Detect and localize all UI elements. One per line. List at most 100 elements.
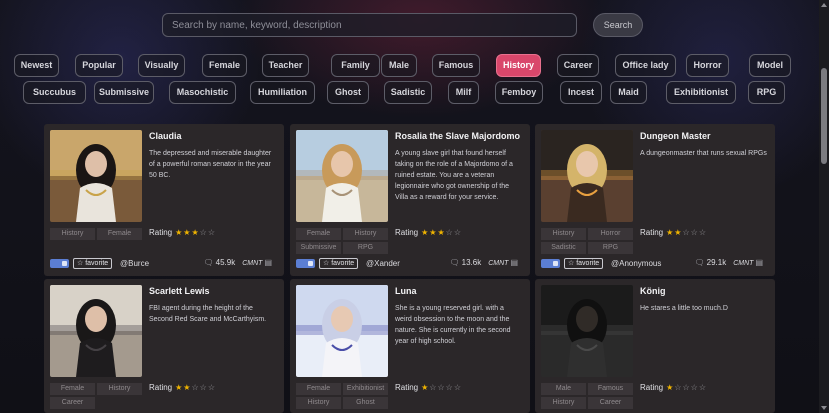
- card-tag-history[interactable]: History: [541, 228, 586, 240]
- star-empty-icon[interactable]: ☆: [446, 383, 454, 392]
- card-tag-female[interactable]: Female: [50, 383, 95, 395]
- card-tag-horror[interactable]: Horror: [588, 228, 633, 240]
- author-link[interactable]: @Anonymous: [611, 259, 661, 268]
- star-empty-icon[interactable]: ☆: [437, 383, 445, 392]
- card-tag-submissive[interactable]: Submissive: [296, 242, 341, 254]
- toggle-switch[interactable]: [541, 259, 560, 268]
- star-empty-icon[interactable]: ☆: [454, 228, 462, 237]
- character-card[interactable]: König He stares a little too much.D Male F…: [535, 279, 775, 413]
- tag-exhibitionist[interactable]: Exhibitionist: [666, 81, 736, 104]
- tag-career[interactable]: Career: [557, 54, 599, 77]
- card-tag-female[interactable]: Female: [296, 228, 341, 240]
- tag-ghost[interactable]: Ghost: [327, 81, 369, 104]
- tag-office-lady[interactable]: Office lady: [615, 54, 676, 77]
- tag-family[interactable]: Family: [331, 54, 380, 77]
- tag-newest[interactable]: Newest: [14, 54, 59, 77]
- search-input[interactable]: [162, 13, 577, 37]
- card-tag-famous[interactable]: Famous: [588, 383, 633, 395]
- character-thumbnail[interactable]: [296, 285, 388, 377]
- card-tag-history[interactable]: History: [343, 228, 388, 240]
- comment-label[interactable]: CMNT: [488, 260, 508, 267]
- tag-sadistic[interactable]: Sadistic: [384, 81, 432, 104]
- card-tag-history[interactable]: History: [50, 228, 95, 240]
- search-button[interactable]: Search: [593, 13, 643, 37]
- character-card[interactable]: Claudia The depressed and miserable daug…: [44, 124, 284, 276]
- scrollbar[interactable]: [819, 0, 829, 413]
- tag-history[interactable]: History: [496, 54, 541, 77]
- character-name[interactable]: Luna: [395, 286, 524, 296]
- star-empty-icon[interactable]: ☆: [446, 228, 454, 237]
- star-filled-icon[interactable]: ★: [191, 228, 199, 237]
- tag-visually[interactable]: Visually: [138, 54, 185, 77]
- tag-incest[interactable]: Incest: [560, 81, 602, 104]
- character-name[interactable]: Scarlett Lewis: [149, 286, 278, 296]
- star-empty-icon[interactable]: ☆: [454, 383, 462, 392]
- tag-succubus[interactable]: Succubus: [23, 81, 86, 104]
- scrollbar-thumb[interactable]: [821, 68, 827, 164]
- character-card[interactable]: Luna She is a young reserved girl. with …: [290, 279, 530, 413]
- comment-label[interactable]: CMNT: [242, 260, 262, 267]
- tag-femboy[interactable]: Femboy: [495, 81, 543, 104]
- comment-icon[interactable]: ▤: [755, 258, 763, 267]
- character-thumbnail[interactable]: [541, 285, 633, 377]
- rating-stars[interactable]: ★☆☆☆☆: [666, 383, 707, 392]
- character-card[interactable]: Rosalia the Slave Majordomo A young slav…: [290, 124, 530, 276]
- card-tag-ghost[interactable]: Ghost: [343, 397, 388, 409]
- favorite-button[interactable]: ☆ favorite: [319, 258, 359, 269]
- tag-horror[interactable]: Horror: [686, 54, 729, 77]
- character-thumbnail[interactable]: [50, 285, 142, 377]
- star-empty-icon[interactable]: ☆: [682, 228, 690, 237]
- tag-rpg[interactable]: RPG: [748, 81, 785, 104]
- card-tag-history[interactable]: History: [97, 383, 142, 395]
- tag-humiliation[interactable]: Humiliation: [250, 81, 315, 104]
- character-thumbnail[interactable]: [541, 130, 633, 222]
- scroll-up-arrow-icon[interactable]: [821, 3, 827, 7]
- rating-stars[interactable]: ★★★☆☆: [421, 228, 462, 237]
- tag-teacher[interactable]: Teacher: [262, 54, 309, 77]
- tag-male[interactable]: Male: [381, 54, 417, 77]
- author-link[interactable]: @Burce: [120, 259, 149, 268]
- comment-icon[interactable]: ▤: [510, 258, 518, 267]
- star-empty-icon[interactable]: ☆: [208, 228, 216, 237]
- tag-model[interactable]: Model: [749, 54, 791, 77]
- tag-milf[interactable]: Milf: [448, 81, 479, 104]
- star-empty-icon[interactable]: ☆: [208, 383, 216, 392]
- comment-label[interactable]: CMNT: [733, 260, 753, 267]
- toggle-switch[interactable]: [296, 259, 315, 268]
- star-empty-icon[interactable]: ☆: [691, 383, 699, 392]
- author-link[interactable]: @Xander: [366, 259, 400, 268]
- card-tag-rpg[interactable]: RPG: [588, 242, 633, 254]
- character-name[interactable]: Claudia: [149, 131, 278, 141]
- star-empty-icon[interactable]: ☆: [699, 228, 707, 237]
- card-tag-history[interactable]: History: [296, 397, 341, 409]
- character-name[interactable]: Dungeon Master: [640, 131, 769, 141]
- card-tag-exhibitionist[interactable]: Exhibitionist: [343, 383, 388, 395]
- comment-icon[interactable]: ▤: [264, 258, 272, 267]
- favorite-button[interactable]: ☆ favorite: [73, 258, 113, 269]
- scroll-down-arrow-icon[interactable]: [821, 406, 827, 410]
- rating-stars[interactable]: ★★★☆☆: [175, 228, 216, 237]
- card-tag-sadistic[interactable]: Sadistic: [541, 242, 586, 254]
- favorite-button[interactable]: ☆ favorite: [564, 258, 604, 269]
- tag-female[interactable]: Female: [202, 54, 247, 77]
- card-tag-history[interactable]: History: [541, 397, 586, 409]
- star-empty-icon[interactable]: ☆: [200, 383, 208, 392]
- card-tag-female[interactable]: Female: [97, 228, 142, 240]
- tag-famous[interactable]: Famous: [432, 54, 480, 77]
- card-tag-career[interactable]: Career: [50, 397, 95, 409]
- star-filled-icon[interactable]: ★: [437, 228, 445, 237]
- character-name[interactable]: König: [640, 286, 769, 296]
- star-empty-icon[interactable]: ☆: [691, 228, 699, 237]
- tag-popular[interactable]: Popular: [75, 54, 123, 77]
- star-empty-icon[interactable]: ☆: [682, 383, 690, 392]
- card-tag-career[interactable]: Career: [588, 397, 633, 409]
- rating-stars[interactable]: ★☆☆☆☆: [421, 383, 462, 392]
- character-name[interactable]: Rosalia the Slave Majordomo: [395, 131, 524, 141]
- character-card[interactable]: Dungeon Master A dungeonmaster that runs…: [535, 124, 775, 276]
- star-empty-icon[interactable]: ☆: [200, 228, 208, 237]
- rating-stars[interactable]: ★★☆☆☆: [175, 383, 216, 392]
- character-card[interactable]: Scarlett Lewis FBI agent during the heig…: [44, 279, 284, 413]
- character-thumbnail[interactable]: [296, 130, 388, 222]
- star-empty-icon[interactable]: ☆: [699, 383, 707, 392]
- card-tag-rpg[interactable]: RPG: [343, 242, 388, 254]
